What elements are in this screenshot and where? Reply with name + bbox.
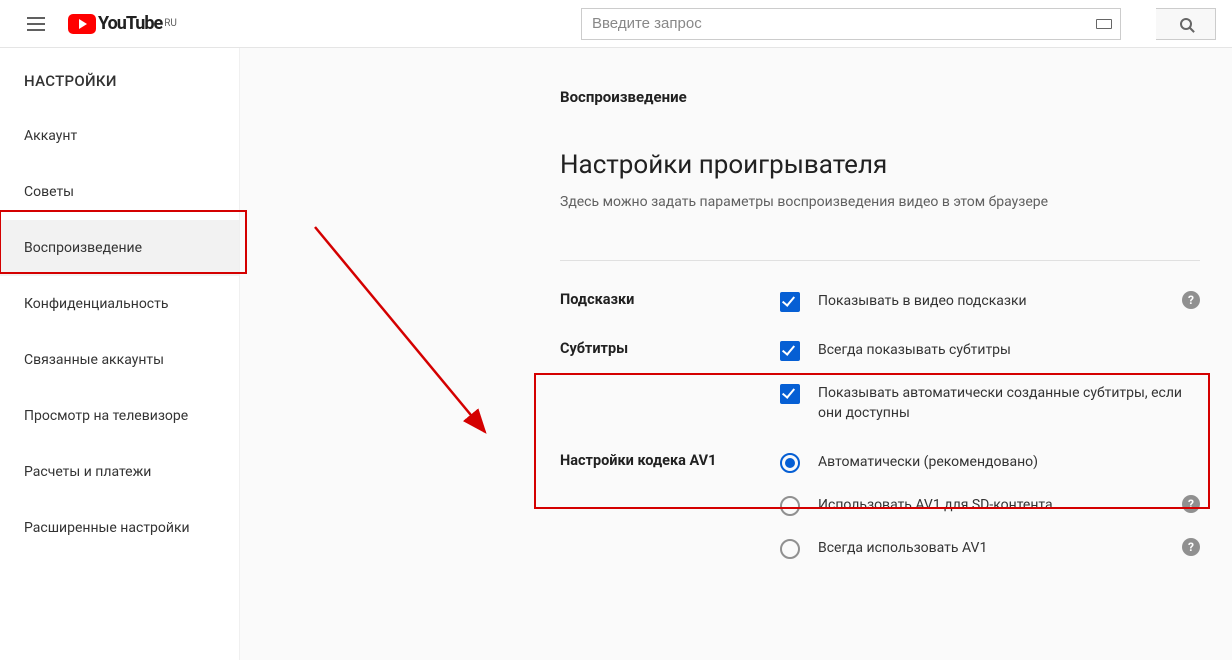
setting-row-hints: Подсказки Показывать в видео подсказки ? bbox=[560, 291, 1200, 312]
radio-av1-auto[interactable] bbox=[780, 453, 800, 473]
option-text: Показывать автоматически созданные субти… bbox=[818, 383, 1200, 424]
logo-text: YouTube bbox=[98, 13, 162, 34]
search-button[interactable] bbox=[1156, 8, 1216, 40]
help-icon[interactable]: ? bbox=[1182, 291, 1200, 309]
settings-sidebar: НАСТРОЙКИ Аккаунт Советы Воспроизведение… bbox=[0, 48, 240, 660]
sidebar-item-label: Советы bbox=[24, 184, 74, 200]
sidebar-item-billing[interactable]: Расчеты и платежи bbox=[0, 444, 239, 500]
help-icon[interactable]: ? bbox=[1182, 495, 1200, 513]
sidebar-item-account[interactable]: Аккаунт bbox=[0, 108, 239, 164]
sidebar-item-advanced[interactable]: Расширенные настройки bbox=[0, 500, 239, 556]
youtube-play-icon bbox=[68, 14, 96, 34]
search-container bbox=[581, 8, 1216, 40]
search-icon bbox=[1180, 18, 1192, 30]
page-body: НАСТРОЙКИ Аккаунт Советы Воспроизведение… bbox=[0, 48, 1232, 660]
menu-button[interactable] bbox=[16, 4, 56, 44]
option-av1-auto: Автоматически (рекомендовано) bbox=[780, 452, 1200, 473]
option-always-subtitles: Всегда показывать субтитры bbox=[780, 340, 1200, 361]
setting-label-hints: Подсказки bbox=[560, 291, 780, 308]
page-title: Настройки проигрывателя bbox=[560, 150, 1200, 180]
content-inner: Воспроизведение Настройки проигрывателя … bbox=[560, 88, 1200, 559]
radio-av1-sd[interactable] bbox=[780, 496, 800, 516]
logo-locale: RU bbox=[164, 18, 177, 29]
sidebar-item-label: Расширенные настройки bbox=[24, 520, 190, 536]
sidebar-item-tv[interactable]: Просмотр на телевизоре bbox=[0, 388, 239, 444]
keyboard-icon bbox=[1096, 19, 1112, 29]
sidebar-item-label: Связанные аккаунты bbox=[24, 352, 164, 368]
setting-row-subtitles: Субтитры Всегда показывать субтитры Пока… bbox=[560, 340, 1200, 424]
options-hints: Показывать в видео подсказки ? bbox=[780, 291, 1200, 312]
sidebar-item-privacy[interactable]: Конфиденциальность bbox=[0, 276, 239, 332]
keyboard-button[interactable] bbox=[1086, 8, 1122, 40]
option-auto-subtitles: Показывать автоматически созданные субти… bbox=[780, 383, 1200, 424]
section-label: Воспроизведение bbox=[560, 88, 1200, 106]
sidebar-item-playback[interactable]: Воспроизведение bbox=[0, 220, 239, 276]
checkbox-always-subtitles[interactable] bbox=[780, 341, 800, 361]
option-text: Всегда использовать AV1 bbox=[818, 538, 1170, 558]
setting-label-av1: Настройки кодека AV1 bbox=[560, 452, 780, 469]
setting-label-subtitles: Субтитры bbox=[560, 340, 780, 357]
help-icon[interactable]: ? bbox=[1182, 538, 1200, 556]
setting-row-av1: Настройки кодека AV1 Автоматически (реко… bbox=[560, 452, 1200, 559]
page-description: Здесь можно задать параметры воспроизвед… bbox=[560, 194, 1200, 210]
option-text: Автоматически (рекомендовано) bbox=[818, 452, 1200, 472]
sidebar-item-linked-accounts[interactable]: Связанные аккаунты bbox=[0, 332, 239, 388]
checkbox-show-hints[interactable] bbox=[780, 292, 800, 312]
options-av1: Автоматически (рекомендовано) Использова… bbox=[780, 452, 1200, 559]
content-area: Воспроизведение Настройки проигрывателя … bbox=[240, 48, 1232, 660]
sidebar-item-label: Аккаунт bbox=[24, 128, 77, 144]
option-show-hints: Показывать в видео подсказки ? bbox=[780, 291, 1200, 312]
sidebar-title: НАСТРОЙКИ bbox=[0, 60, 239, 108]
checkbox-auto-subtitles[interactable] bbox=[780, 384, 800, 404]
option-av1-sd: Использовать AV1 для SD-контента ? bbox=[780, 495, 1200, 516]
option-av1-always: Всегда использовать AV1 ? bbox=[780, 538, 1200, 559]
sidebar-item-label: Конфиденциальность bbox=[24, 296, 168, 312]
header: YouTube RU bbox=[0, 0, 1232, 48]
radio-av1-always[interactable] bbox=[780, 539, 800, 559]
youtube-logo[interactable]: YouTube RU bbox=[68, 13, 177, 34]
option-text: Использовать AV1 для SD-контента bbox=[818, 495, 1170, 515]
sidebar-item-label: Воспроизведение bbox=[24, 240, 142, 256]
sidebar-item-label: Просмотр на телевизоре bbox=[24, 408, 188, 424]
divider bbox=[560, 260, 1200, 261]
option-text: Всегда показывать субтитры bbox=[818, 340, 1200, 360]
option-text: Показывать в видео подсказки bbox=[818, 291, 1170, 311]
hamburger-icon bbox=[27, 23, 45, 25]
sidebar-item-tips[interactable]: Советы bbox=[0, 164, 239, 220]
sidebar-item-label: Расчеты и платежи bbox=[24, 464, 151, 480]
options-subtitles: Всегда показывать субтитры Показывать ав… bbox=[780, 340, 1200, 424]
search-input[interactable] bbox=[581, 8, 1121, 40]
